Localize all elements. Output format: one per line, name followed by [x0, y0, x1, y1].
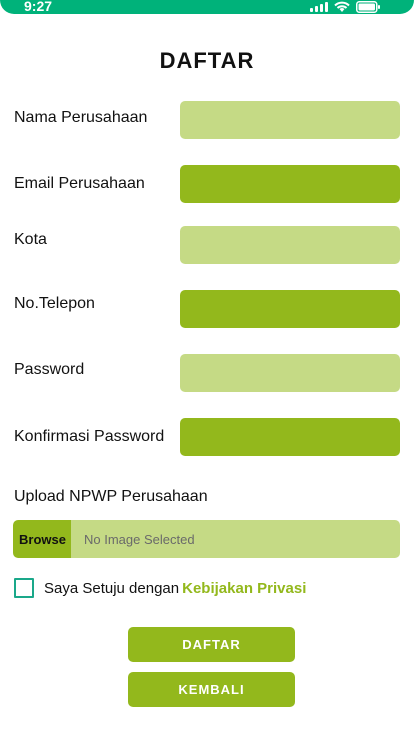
wifi-icon: [334, 1, 350, 12]
company-email-label: Email Perusahaan: [14, 175, 145, 192]
confirm-password-label: Konfirmasi Password: [14, 428, 165, 445]
status-time: 9:27: [24, 0, 53, 14]
npwp-upload-field: Browse No Image Selected: [13, 520, 400, 558]
file-status-text: No Image Selected: [84, 531, 195, 547]
browse-button[interactable]: Browse: [13, 520, 71, 558]
city-input[interactable]: [180, 226, 400, 264]
npwp-upload-label: Upload NPWP Perusahaan: [14, 488, 208, 505]
battery-icon: [356, 1, 380, 13]
status-icons: [310, 1, 380, 13]
agreement-row: Saya Setuju dengan Kebijakan Privasi: [14, 578, 306, 598]
agreement-checkbox[interactable]: [14, 578, 34, 598]
phone-label: No.Telepon: [14, 295, 95, 312]
password-input[interactable]: [180, 354, 400, 392]
signal-icon: [310, 2, 328, 12]
company-email-input[interactable]: [180, 165, 400, 203]
password-label: Password: [14, 361, 85, 378]
privacy-policy-link[interactable]: Kebijakan Privasi: [182, 580, 306, 597]
agreement-text: Saya Setuju dengan: [44, 579, 180, 597]
register-button[interactable]: DAFTAR: [128, 627, 295, 662]
confirm-password-input[interactable]: [180, 418, 400, 456]
page-title: DAFTAR: [159, 48, 255, 73]
company-name-input[interactable]: [180, 101, 400, 139]
back-button[interactable]: KEMBALI: [128, 672, 295, 707]
phone-input[interactable]: [180, 290, 400, 328]
city-label: Kota: [14, 231, 47, 248]
status-bar: 9:27: [0, 0, 414, 14]
company-name-label: Nama Perusahaan: [14, 109, 148, 126]
